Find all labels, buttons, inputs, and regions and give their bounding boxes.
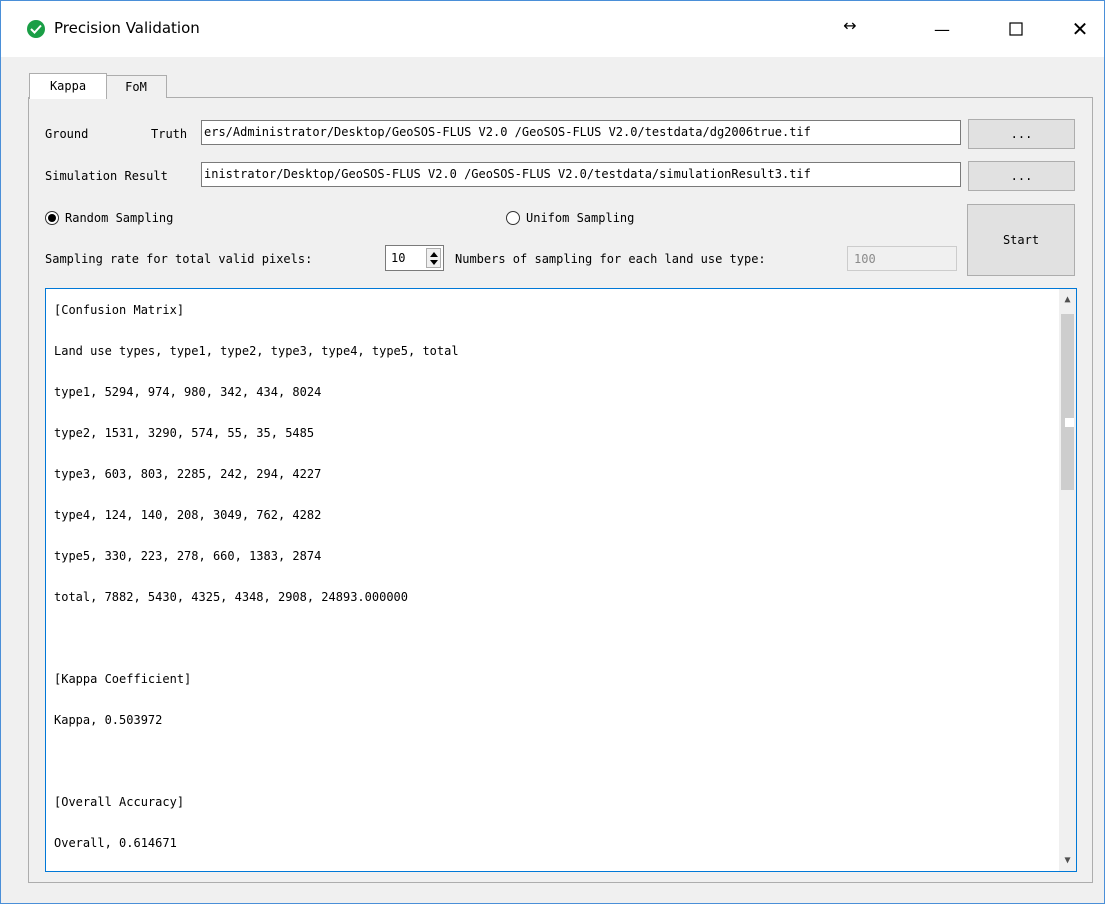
maximize-icon xyxy=(1009,22,1023,36)
tab-kappa[interactable]: Kappa xyxy=(29,73,107,99)
spin-up-icon[interactable] xyxy=(430,252,438,257)
precision-validation-window: Precision Validation ↔ — ✕ Kappa FoM Gro… xyxy=(0,0,1105,904)
title-bar[interactable]: Precision Validation ↔ — ✕ xyxy=(1,1,1104,57)
window-title: Precision Validation xyxy=(54,19,200,37)
output-line: type2, 1531, 3290, 574, 55, 35, 5485 xyxy=(54,426,315,440)
maximize-button[interactable] xyxy=(993,11,1039,47)
uniform-sampling-label: Unifom Sampling xyxy=(526,211,635,225)
uniform-sampling-radio[interactable] xyxy=(506,211,520,225)
sampling-rate-value: 10 xyxy=(391,251,406,265)
results-output[interactable]: [Confusion Matrix] Land use types, type1… xyxy=(45,288,1077,872)
output-line: [Overall Accuracy] xyxy=(54,795,185,809)
numbers-of-sampling-input: 100 xyxy=(847,246,957,271)
uniform-sampling-option[interactable]: Unifom Sampling xyxy=(506,211,634,225)
ground-truth-browse-button[interactable]: ... xyxy=(968,119,1075,149)
ground-truth-path-input[interactable]: ers/Administrator/Desktop/GeoSOS-FLUS V2… xyxy=(201,120,961,145)
output-line: type5, 330, 223, 278, 660, 1383, 2874 xyxy=(54,549,322,563)
random-sampling-radio[interactable] xyxy=(45,211,59,225)
output-line: Kappa, 0.503972 xyxy=(54,713,163,727)
sampling-rate-label: Sampling rate for total valid pixels: xyxy=(45,252,313,266)
output-line: Overall, 0.614671 xyxy=(54,836,177,850)
truth-label: Truth xyxy=(151,127,188,141)
simulation-result-label: Simulation Result xyxy=(45,169,168,183)
vertical-scrollbar[interactable]: ▲ ▼ xyxy=(1059,289,1076,871)
check-circle-icon xyxy=(27,20,45,38)
output-line: type3, 603, 803, 2285, 242, 294, 4227 xyxy=(54,467,322,481)
scroll-grip-icon xyxy=(1065,418,1074,427)
close-button[interactable]: ✕ xyxy=(1057,11,1103,47)
scroll-thumb[interactable] xyxy=(1061,314,1074,490)
spin-down-icon[interactable] xyxy=(430,260,438,265)
sampling-rate-spinbox[interactable]: 10 xyxy=(385,245,444,271)
numbers-of-sampling-label: Numbers of sampling for each land use ty… xyxy=(455,252,766,266)
tab-fom[interactable]: FoM xyxy=(105,75,167,98)
spin-arrows[interactable] xyxy=(426,248,441,268)
output-line: Land use types, type1, type2, type3, typ… xyxy=(54,344,459,358)
start-button[interactable]: Start xyxy=(967,204,1075,276)
minimize-button[interactable]: — xyxy=(919,11,965,47)
scroll-down-icon[interactable]: ▼ xyxy=(1059,852,1076,869)
scroll-up-icon[interactable]: ▲ xyxy=(1059,291,1076,308)
ground-label: Ground xyxy=(45,127,89,141)
output-line: type1, 5294, 974, 980, 342, 434, 8024 xyxy=(54,385,322,399)
random-sampling-option[interactable]: Random Sampling xyxy=(45,211,173,225)
simulation-result-path-input[interactable]: inistrator/Desktop/GeoSOS-FLUS V2.0 /Geo… xyxy=(201,162,961,187)
resize-icon[interactable]: ↔ xyxy=(827,7,873,43)
output-line: type4, 124, 140, 208, 3049, 762, 4282 xyxy=(54,508,322,522)
output-line: [Confusion Matrix] xyxy=(54,303,185,317)
simulation-result-browse-button[interactable]: ... xyxy=(968,161,1075,191)
random-sampling-label: Random Sampling xyxy=(65,211,174,225)
output-line: total, 7882, 5430, 4325, 4348, 2908, 248… xyxy=(54,590,409,604)
output-line: [Kappa Coefficient] xyxy=(54,672,192,686)
